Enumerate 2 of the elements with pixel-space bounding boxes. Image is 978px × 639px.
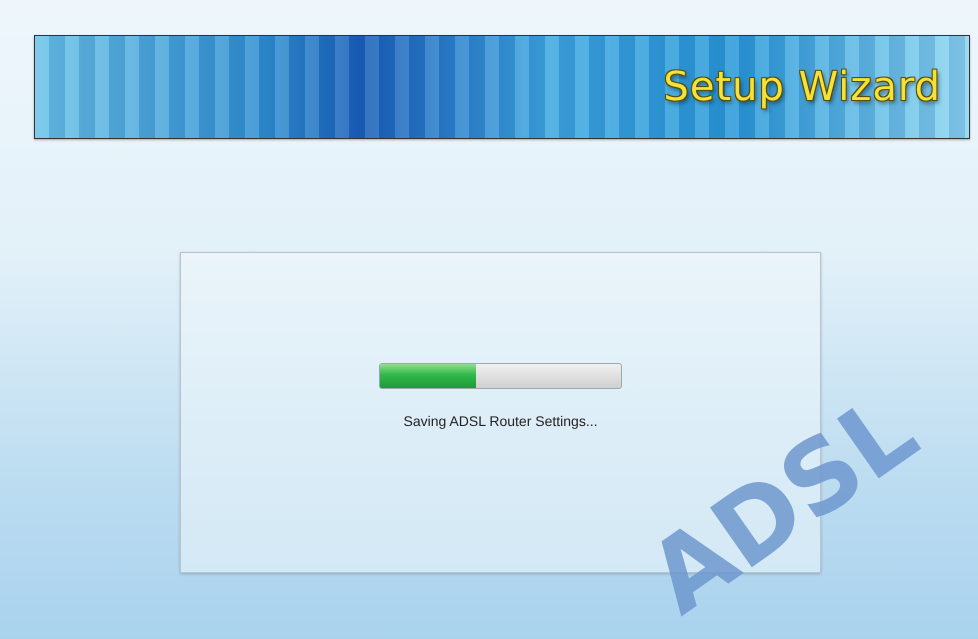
banner-title: Setup Wizard	[663, 64, 941, 110]
progress-message: Saving ADSL Router Settings...	[403, 413, 598, 429]
